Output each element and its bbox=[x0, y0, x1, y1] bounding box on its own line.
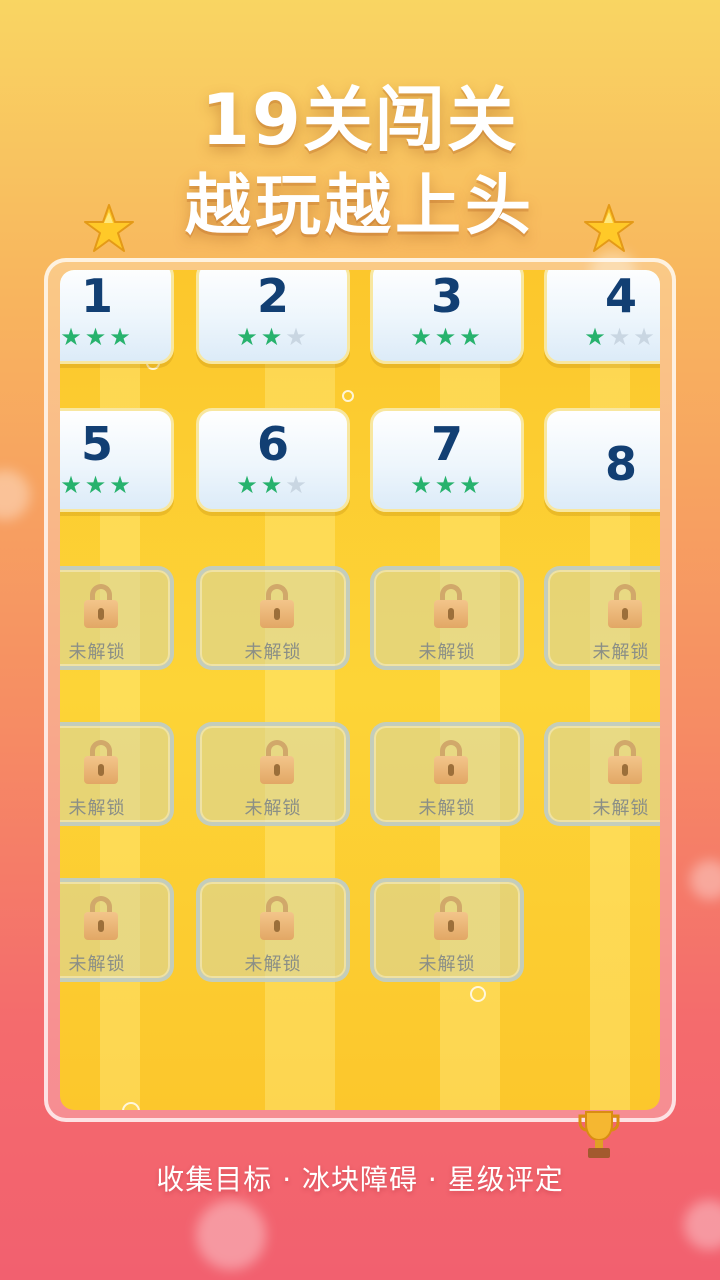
locked-label: 未解锁 bbox=[68, 642, 126, 663]
bokeh-light bbox=[684, 1200, 720, 1250]
star-filled-icon: ★ bbox=[434, 323, 460, 351]
padlock-icon bbox=[260, 584, 294, 630]
bubble bbox=[342, 390, 354, 402]
level-tile-8[interactable]: 8 bbox=[544, 408, 660, 512]
star-filled-icon: ★ bbox=[584, 323, 609, 351]
star-icon bbox=[84, 204, 134, 252]
star-filled-icon: ★ bbox=[434, 471, 460, 499]
level-tile-locked[interactable]: 未解锁 bbox=[370, 566, 524, 670]
level-tile-locked[interactable]: 未解锁 bbox=[60, 566, 174, 670]
star-icon bbox=[584, 204, 634, 252]
locked-label: 未解锁 bbox=[68, 798, 126, 819]
light-ray bbox=[590, 270, 630, 1110]
level-tile-locked[interactable]: 未解锁 bbox=[196, 566, 350, 670]
star-filled-icon: ★ bbox=[459, 471, 484, 499]
level-tile-4[interactable]: 4 ★★★ bbox=[544, 270, 660, 364]
bokeh-light bbox=[0, 470, 30, 520]
locked-label: 未解锁 bbox=[244, 798, 302, 819]
locked-label: 未解锁 bbox=[418, 798, 476, 819]
locked-label: 未解锁 bbox=[592, 642, 650, 663]
star-rating: ★★★ bbox=[199, 473, 347, 497]
locked-label: 未解锁 bbox=[244, 954, 302, 975]
padlock-icon bbox=[434, 584, 468, 630]
locked-label: 未解锁 bbox=[418, 954, 476, 975]
star-empty-icon: ★ bbox=[285, 323, 310, 351]
padlock-icon bbox=[608, 584, 642, 630]
bubble bbox=[470, 986, 486, 1002]
level-number: 5 bbox=[80, 417, 113, 471]
star-empty-icon: ★ bbox=[608, 323, 634, 351]
level-tile-7[interactable]: 7 ★★★ bbox=[370, 408, 524, 512]
level-tile-locked[interactable]: 未解锁 bbox=[370, 878, 524, 982]
locked-label: 未解锁 bbox=[244, 642, 302, 663]
star-filled-icon: ★ bbox=[236, 323, 261, 351]
level-tile-locked[interactable]: 未解锁 bbox=[60, 878, 174, 982]
level-tile-1[interactable]: 1 ★★★ bbox=[60, 270, 174, 364]
star-filled-icon: ★ bbox=[410, 323, 435, 351]
star-filled-icon: ★ bbox=[260, 323, 286, 351]
level-tile-3[interactable]: 3 ★★★ bbox=[370, 270, 524, 364]
star-filled-icon: ★ bbox=[260, 471, 286, 499]
level-number: 7 bbox=[430, 417, 463, 471]
star-filled-icon: ★ bbox=[109, 323, 134, 351]
light-ray bbox=[265, 270, 335, 1110]
padlock-icon bbox=[84, 584, 118, 630]
level-tile-locked[interactable]: 未解锁 bbox=[370, 722, 524, 826]
level-number: 6 bbox=[256, 417, 289, 471]
star-empty-icon: ★ bbox=[633, 323, 658, 351]
star-filled-icon: ★ bbox=[459, 323, 484, 351]
star-filled-icon: ★ bbox=[60, 323, 85, 351]
level-tile-locked[interactable]: 未解锁 bbox=[544, 566, 660, 670]
star-filled-icon: ★ bbox=[109, 471, 134, 499]
light-ray bbox=[440, 270, 500, 1110]
padlock-icon bbox=[434, 740, 468, 786]
level-number: 4 bbox=[604, 270, 637, 323]
level-number: 1 bbox=[80, 270, 113, 323]
star-empty-icon: ★ bbox=[285, 471, 310, 499]
padlock-icon bbox=[434, 896, 468, 942]
level-number: 8 bbox=[604, 437, 637, 491]
bokeh-light bbox=[690, 860, 720, 900]
level-number: 2 bbox=[256, 270, 289, 323]
padlock-icon bbox=[84, 896, 118, 942]
level-select-panel: 1 ★★★ 2 ★★★ 3 ★★★ 4 ★★★ 5 ★★★ 6 ★★★ 7 ★★★ 8 未解锁 未解锁 未解锁 未解… bbox=[60, 270, 660, 1110]
bokeh-light bbox=[196, 1200, 266, 1270]
padlock-icon bbox=[608, 740, 642, 786]
star-rating: ★★★ bbox=[199, 325, 347, 349]
headline-line1: 19关闯关 bbox=[201, 79, 519, 161]
star-rating: ★★★ bbox=[547, 325, 660, 349]
feature-tagline: 收集目标 · 冰块障碍 · 星级评定 bbox=[156, 1163, 564, 1196]
star-filled-icon: ★ bbox=[236, 471, 261, 499]
star-filled-icon: ★ bbox=[60, 471, 85, 499]
star-rating: ★★★ bbox=[373, 473, 521, 497]
padlock-icon bbox=[260, 740, 294, 786]
star-filled-icon: ★ bbox=[410, 471, 435, 499]
locked-label: 未解锁 bbox=[418, 642, 476, 663]
locked-label: 未解锁 bbox=[592, 798, 650, 819]
light-ray bbox=[100, 270, 140, 1110]
star-rating: ★★★ bbox=[373, 325, 521, 349]
trophy-icon bbox=[578, 1111, 620, 1158]
level-number: 3 bbox=[430, 270, 463, 323]
star-filled-icon: ★ bbox=[84, 323, 110, 351]
locked-label: 未解锁 bbox=[68, 954, 126, 975]
star-filled-icon: ★ bbox=[84, 471, 110, 499]
level-tile-locked[interactable]: 未解锁 bbox=[196, 878, 350, 982]
star-rating: ★★★ bbox=[60, 473, 171, 497]
level-tile-2[interactable]: 2 ★★★ bbox=[196, 270, 350, 364]
level-tile-5[interactable]: 5 ★★★ bbox=[60, 408, 174, 512]
level-tile-locked[interactable]: 未解锁 bbox=[196, 722, 350, 826]
level-tile-6[interactable]: 6 ★★★ bbox=[196, 408, 350, 512]
padlock-icon bbox=[84, 740, 118, 786]
level-tile-locked[interactable]: 未解锁 bbox=[60, 722, 174, 826]
level-tile-locked[interactable]: 未解锁 bbox=[544, 722, 660, 826]
star-rating: ★★★ bbox=[60, 325, 171, 349]
padlock-icon bbox=[260, 896, 294, 942]
